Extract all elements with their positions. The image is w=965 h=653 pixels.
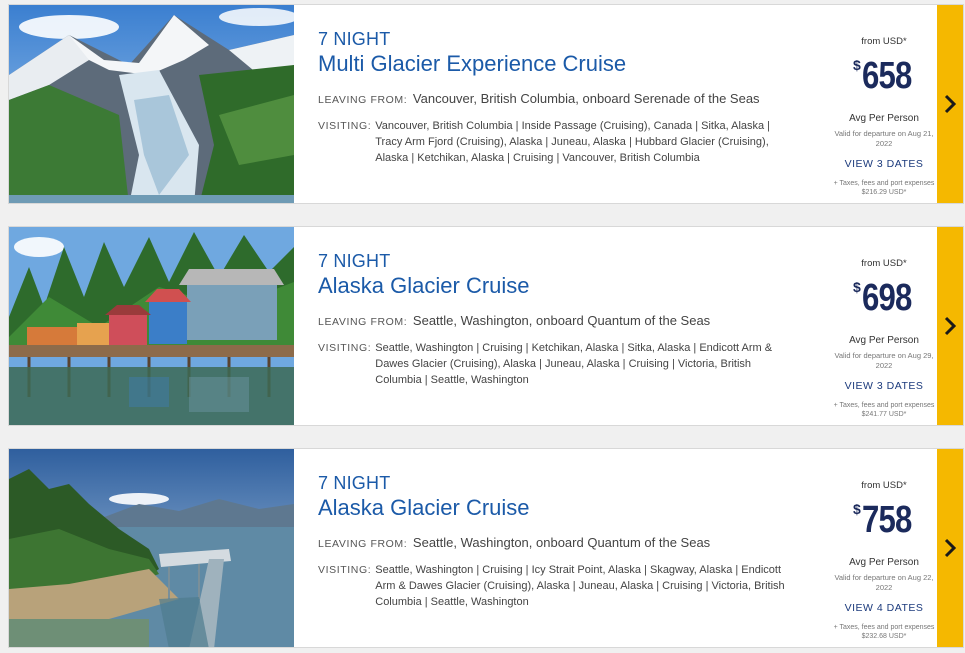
visiting-label: VISITING: (318, 342, 372, 354)
leaving-from: LEAVING FROM: Seattle, Washington, onboa… (318, 313, 798, 330)
card-next-button[interactable] (937, 5, 963, 203)
leaving-value: Seattle, Washington, onboard Quantum of … (412, 313, 711, 328)
visiting-ports: Seattle, Washington | Cruising | Icy Str… (375, 564, 785, 608)
chevron-right-icon (944, 94, 957, 114)
taxes-note: + Taxes, fees and port expenses $232.68 … (833, 624, 935, 640)
glacier-mountain-photo[interactable] (9, 5, 294, 203)
price-amount: 758 (862, 499, 912, 541)
price: $ 698 (831, 277, 937, 327)
chevron-right-icon (944, 316, 957, 336)
cruise-title[interactable]: Multi Glacier Experience Cruise (318, 51, 798, 77)
cruise-nights: 7 NIGHT (318, 251, 391, 271)
view-dates-link[interactable]: VIEW 3 DATES (831, 380, 937, 392)
price-amount: 658 (862, 55, 912, 97)
leaving-from: LEAVING FROM: Seattle, Washington, onboa… (318, 535, 798, 552)
cruise-card[interactable]: 7 NIGHT Alaska Glacier Cruise LEAVING FR… (8, 448, 964, 648)
avg-per-person: Avg Per Person (849, 335, 919, 346)
coastal-pier-photo[interactable] (9, 449, 294, 647)
currency-symbol: $ (853, 279, 861, 295)
leaving-value: Vancouver, British Columbia, onboard Ser… (412, 91, 760, 106)
cruise-title[interactable]: Alaska Glacier Cruise (318, 273, 798, 299)
visiting: VISITING: Seattle, Washington | Cruising … (318, 562, 798, 610)
cruise-title[interactable]: Alaska Glacier Cruise (318, 495, 798, 521)
visiting-ports: Vancouver, British Columbia | Inside Pas… (375, 120, 771, 164)
price: $ 758 (831, 499, 937, 549)
card-next-button[interactable] (937, 449, 963, 647)
departure-date: Valid for departure on Aug 29, 2022 (834, 351, 934, 370)
taxes-note: + Taxes, fees and port expenses $216.29 … (833, 180, 935, 196)
visiting: VISITING: Vancouver, British Columbia | I… (318, 118, 798, 166)
visiting-label: VISITING: (318, 120, 372, 132)
price-panel: from USD* $ 698 Avg Per Person Valid for… (831, 227, 937, 425)
view-dates-link[interactable]: VIEW 3 DATES (831, 158, 937, 170)
visiting-ports: Seattle, Washington | Cruising | Ketchik… (375, 342, 773, 386)
chevron-right-icon (944, 538, 957, 558)
leaving-label: LEAVING FROM: (318, 316, 408, 328)
avg-per-person: Avg Per Person (849, 557, 919, 568)
waterfront-houses-photo[interactable] (9, 227, 294, 425)
leaving-from: LEAVING FROM: Vancouver, British Columbi… (318, 91, 798, 108)
price-panel: from USD* $ 658 Avg Per Person Valid for… (831, 5, 937, 203)
from-label: from USD* (861, 36, 907, 47)
currency-symbol: $ (853, 501, 861, 517)
price-amount: 698 (862, 277, 912, 319)
price-panel: from USD* $ 758 Avg Per Person Valid for… (831, 449, 937, 647)
view-dates-link[interactable]: VIEW 4 DATES (831, 602, 937, 614)
leaving-label: LEAVING FROM: (318, 538, 408, 550)
departure-date: Valid for departure on Aug 21, 2022 (834, 129, 934, 148)
from-label: from USD* (861, 258, 907, 269)
visiting-label: VISITING: (318, 564, 372, 576)
leaving-label: LEAVING FROM: (318, 94, 408, 106)
cruise-card[interactable]: 7 NIGHT Multi Glacier Experience Cruise … (8, 4, 964, 204)
currency-symbol: $ (853, 57, 861, 73)
from-label: from USD* (861, 480, 907, 491)
cruise-card[interactable]: 7 NIGHT Alaska Glacier Cruise LEAVING FR… (8, 226, 964, 426)
visiting: VISITING: Seattle, Washington | Cruising … (318, 340, 798, 388)
cruise-nights: 7 NIGHT (318, 473, 391, 493)
avg-per-person: Avg Per Person (849, 113, 919, 124)
departure-date: Valid for departure on Aug 22, 2022 (834, 573, 934, 592)
leaving-value: Seattle, Washington, onboard Quantum of … (412, 535, 711, 550)
price: $ 658 (831, 55, 937, 105)
taxes-note: + Taxes, fees and port expenses $241.77 … (833, 402, 935, 418)
card-next-button[interactable] (937, 227, 963, 425)
cruise-nights: 7 NIGHT (318, 29, 391, 49)
